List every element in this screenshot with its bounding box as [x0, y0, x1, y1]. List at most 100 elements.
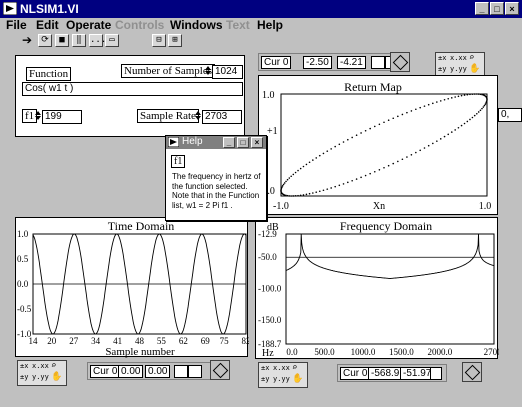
return-map-point [315, 157, 318, 159]
freq-cursor-diamond-icon[interactable] [462, 362, 482, 382]
return-map-point [290, 175, 293, 178]
return-map-point [477, 111, 480, 113]
return-map-title: Return Map [344, 80, 402, 94]
samples-input[interactable]: 1024 [212, 65, 243, 79]
maximize-button[interactable]: □ [490, 2, 504, 15]
freq-format-y-icon[interactable]: y.yy [273, 375, 290, 383]
return-map-point [439, 138, 442, 140]
return-map-point [360, 176, 362, 179]
rate-spinner[interactable] [195, 110, 201, 122]
ellipsis-button[interactable]: ... [89, 34, 106, 47]
close-button[interactable]: × [505, 2, 519, 15]
f1-spinner[interactable] [35, 110, 41, 122]
time-cursor-style-box[interactable] [174, 365, 188, 378]
format-x-icon[interactable]: x.xx [450, 54, 467, 62]
freq-scale-y-icon[interactable]: ±y [261, 375, 269, 383]
help-minimize-button[interactable]: _ [223, 137, 235, 148]
time-cursor-diamond-icon[interactable] [210, 360, 230, 380]
toolbar: ➔ ⟳ ■ ‖ ... ▭ ⊟ ⊞ [0, 33, 522, 49]
time-cursor-y[interactable]: 0.00 [145, 365, 171, 378]
freq-graph-palette[interactable]: ±x x.xx ⌕ ±y y.yy ✋ [258, 362, 308, 388]
freq-plot-area [285, 233, 495, 345]
freq-cursor-x[interactable]: -568.9 [368, 367, 403, 380]
run-arrow-icon[interactable]: ➔ [22, 33, 32, 47]
time-cursor-bar: Cur 0 0.00 0.00 [87, 362, 229, 380]
freq-zoom-icon[interactable]: ⌕ [292, 363, 297, 373]
return-map-point [423, 147, 426, 149]
return-map-point [315, 191, 318, 193]
freq-x-tick-label: 2000.0 [428, 347, 453, 357]
return-map-point [454, 129, 456, 131]
time-format-x-icon[interactable]: x.xx [32, 362, 49, 370]
menu-windows[interactable]: Windows [170, 18, 223, 32]
return-map-point [419, 149, 421, 152]
cursor-name[interactable]: Cur 0 [261, 56, 292, 69]
cursor-y-value[interactable]: -4.21 [337, 56, 366, 69]
return-map-point [484, 103, 487, 105]
cursor-x-value[interactable]: -2.50 [303, 56, 332, 69]
return-map-point [450, 131, 453, 133]
return-map-point [282, 183, 285, 186]
pause-icon[interactable]: ‖ [72, 34, 86, 47]
time-x-tick-label: 69 [201, 336, 211, 346]
freq-scale-x-icon[interactable]: ±x [261, 364, 269, 372]
time-domain-panel: Time Domain 1.0 0.5 0.0 -0.5 -1.0 14 20 27 34 41… [15, 217, 251, 358]
time-x-tick-label: 34 [91, 336, 101, 346]
return-map-point [330, 187, 332, 189]
time-scale-y-icon[interactable]: ±y [20, 373, 28, 381]
menu-edit[interactable]: Edit [36, 18, 59, 32]
cursor-style-box[interactable] [371, 56, 385, 69]
scale-x-icon[interactable]: ±x [438, 54, 446, 62]
menu-file[interactable]: File [6, 18, 27, 32]
return-map-point [308, 161, 311, 164]
freq-pan-hand-icon[interactable]: ✋ [292, 374, 303, 384]
f1-input[interactable]: 199 [42, 110, 82, 124]
cursor-move-diamond-icon[interactable] [390, 52, 410, 72]
time-x-tick-label: 62 [179, 336, 188, 346]
minimize-button[interactable]: _ [475, 2, 489, 15]
help-maximize-button[interactable]: □ [237, 137, 249, 148]
side-indicator[interactable]: 0, [498, 108, 522, 122]
freq-cursor-style-box[interactable] [430, 367, 442, 380]
align-icon[interactable]: ⊟ [152, 34, 166, 47]
menu-bar: File Edit Operate Controls Windows Text … [0, 18, 522, 33]
time-graph-palette[interactable]: ±x x.xx ⌕ ±y y.yy ✋ [17, 360, 67, 386]
menu-text[interactable]: Text [226, 18, 250, 32]
pan-hand-icon[interactable]: ✋ [469, 64, 480, 74]
format-y-icon[interactable]: y.yy [450, 65, 467, 73]
return-map-point [347, 181, 349, 184]
function-ring[interactable]: Cos( w1 t ) [22, 82, 243, 96]
time-pan-hand-icon[interactable]: ✋ [51, 372, 62, 382]
distribute-icon[interactable]: ⊞ [168, 34, 182, 47]
help-text: The frequency in hertz of the function s… [172, 172, 261, 210]
menu-operate[interactable]: Operate [66, 18, 111, 32]
step-icon[interactable]: ▭ [105, 34, 119, 47]
time-x-tick-label: 75 [220, 336, 230, 346]
frequency-domain-title: Frequency Domain [340, 219, 432, 233]
scale-y-icon[interactable]: ±y [438, 65, 446, 73]
time-scale-x-icon[interactable]: ±x [20, 362, 28, 370]
return-map-point [392, 117, 395, 120]
stop-icon[interactable]: ■ [55, 34, 69, 47]
help-window: Help _ □ × f1 The frequency in hertz of … [165, 135, 267, 221]
time-cursor-lock-box[interactable] [188, 365, 202, 378]
run-continuous-icon[interactable]: ⟳ [38, 34, 52, 47]
return-map-point [410, 110, 413, 112]
freq-cursor-name[interactable]: Cur 0 [340, 367, 371, 380]
time-zoom-icon[interactable]: ⌕ [51, 361, 56, 371]
zoom-icon[interactable]: ⌕ [469, 53, 474, 63]
time-cursor-x[interactable]: 0.00 [118, 365, 144, 378]
time-y-tick-label: 1.0 [17, 229, 29, 239]
rate-input[interactable]: 2703 [202, 110, 242, 124]
menu-controls[interactable]: Controls [115, 18, 164, 32]
return-map-point [432, 102, 434, 105]
return-map-point [378, 168, 381, 171]
freq-format-x-icon[interactable]: x.xx [273, 364, 290, 372]
time-format-y-icon[interactable]: y.yy [32, 373, 49, 381]
menu-help[interactable]: Help [257, 18, 283, 32]
time-cursor-name[interactable]: Cur 0 [90, 365, 121, 378]
return-map-point [415, 108, 417, 111]
help-close-button[interactable]: × [251, 137, 263, 148]
samples-spinner[interactable] [205, 65, 211, 77]
time-x-tick-label: 20 [47, 336, 57, 346]
